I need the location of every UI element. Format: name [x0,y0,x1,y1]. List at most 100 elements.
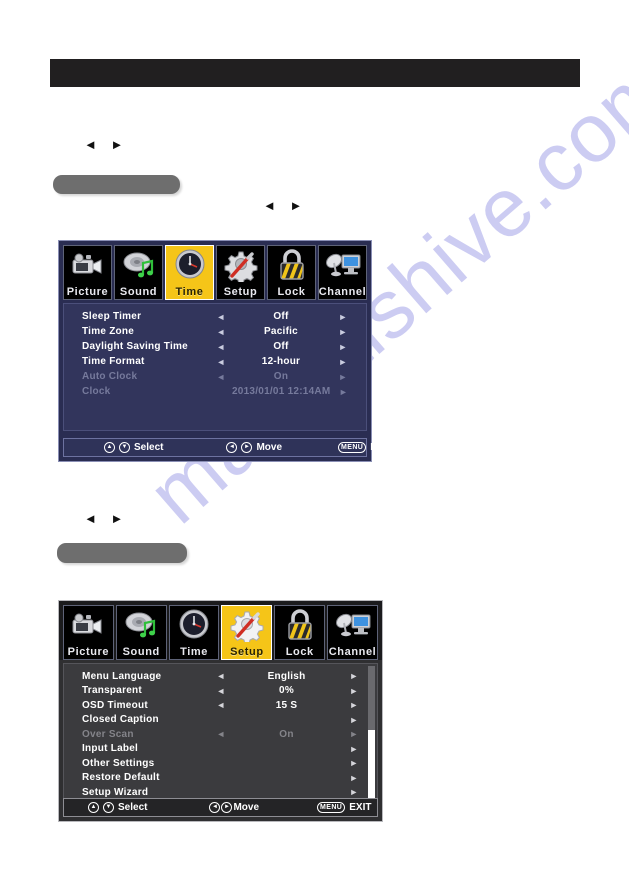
osd-tab-setup-label: Setup [223,286,258,298]
arrow-down-icon: ▼ [119,442,130,453]
gear-screwdriver-icon [221,249,261,285]
osd-tab-lock[interactable]: Lock [274,605,326,660]
osd-row-input-label[interactable]: Input Label ► [64,742,377,757]
decrement-arrow-icon[interactable]: ◄ [210,686,232,696]
satellite-dish-monitor-icon [323,249,363,282]
osd-row-value: On [279,728,294,740]
osd-row-value: 2013/01/01 12:14AM [232,386,331,397]
osd-row-value: English [267,670,306,682]
osd-tab-picture[interactable]: Picture [63,605,114,660]
osd-row-label: Clock [82,386,111,397]
osd-row-value: Off [273,341,289,352]
increment-arrow-icon[interactable]: ► [330,342,356,352]
submenu-arrow-icon[interactable]: ► [341,715,367,725]
osd-tab-setup[interactable]: Setup [221,605,273,660]
decrement-arrow-icon[interactable]: ◄ [210,700,232,710]
osd-tab-lock[interactable]: Lock [267,245,316,300]
osd-tab-channel[interactable]: Channel [327,605,378,660]
decrement-arrow-icon[interactable]: ◄ [210,342,232,352]
osd-row-value: Pacific [264,326,298,337]
osd-row-menu-language[interactable]: Menu Language ◄ English ► [64,669,377,684]
osd-tab-sound-label: Sound [119,286,158,298]
footer-exit-label: Exit [370,442,389,453]
osd-tab-sound-label: Sound [122,646,160,658]
increment-arrow-icon[interactable]: ► [330,312,356,322]
osd-row-other-settings[interactable]: Other Settings ► [64,756,377,771]
decrement-arrow-icon[interactable]: ◄ [210,327,232,337]
footer-exit-label: EXIT [349,802,372,813]
increment-arrow-icon[interactable]: ► [330,327,356,337]
decrement-arrow-icon: ◄ [216,371,226,382]
submenu-arrow-icon[interactable]: ► [341,744,367,754]
osd-row-label: Sleep Timer [82,311,142,322]
arrow-left-icon: ◄ [209,802,221,813]
osd-row-label: Setup Wizard [82,786,149,798]
osd-tab-setup-label: Setup [230,646,264,658]
satellite-dish-monitor-icon [333,609,373,642]
osd-tab-lock-label: Lock [277,286,306,298]
osd-row-sleep-timer[interactable]: Sleep Timer ◄ Off ► [64,309,366,324]
osd-row-daylight-saving-time[interactable]: Daylight Saving Time ◄ Off ► [64,339,366,354]
submenu-arrow-icon[interactable]: ► [341,787,367,797]
increment-arrow-icon[interactable]: ► [330,357,356,367]
increment-arrow-icon[interactable]: ► [341,671,367,681]
osd-row-transparent[interactable]: Transparent ◄ 0% ► [64,684,377,699]
osd-row-value: 15 S [275,699,298,711]
osd-tab-sound[interactable]: Sound [115,605,167,660]
padlock-icon [280,609,320,642]
redacted-heading-bar [50,59,580,87]
osd-row-value: 0% [279,685,294,697]
footer-exit-hint: MENU Exit [338,442,389,453]
osd-row-time-format[interactable]: Time Format ◄ 12-hour ► [64,354,366,369]
osd-row-value: 12-hour [261,356,301,367]
osd-tab-channel[interactable]: Channel [318,245,367,300]
increment-arrow-icon: ► [338,371,348,382]
osd-menu-setup: Picture Sound Time Setup Lock Channel Me… [58,600,383,822]
decrement-arrow-icon[interactable]: ◄ [210,357,232,367]
scrollbar-thumb[interactable] [368,729,375,799]
osd-tab-time[interactable]: Time [168,605,220,660]
osd-row-label: OSD Timeout [82,699,148,711]
speaker-music-note-icon [119,249,159,282]
osd-row-osd-timeout[interactable]: OSD Timeout ◄ 15 S ► [64,698,377,713]
footer-select-label: Select [118,802,148,813]
arrow-down-icon: ▼ [103,802,114,813]
increment-arrow-icon[interactable]: ► [341,686,367,696]
osd-row-restore-default[interactable]: Restore Default ► [64,771,377,786]
osd-row-value: On [273,371,289,382]
osd-tab-time[interactable]: Time [165,245,214,300]
submenu-arrow-icon[interactable]: ► [341,773,367,783]
osd-tab-time-label: Time [175,286,204,298]
osd-row-over-scan: Over Scan ◄ On ► [64,727,377,742]
manual-page: ◄ ► ◄ ► Picture Sound Time Setup Lock Ch… [0,0,629,893]
menu-key-icon: MENU [338,442,367,453]
increment-arrow-icon: ► [349,729,359,740]
osd-tab-sound[interactable]: Sound [114,245,163,300]
camcorder-icon [68,609,108,642]
decrement-arrow-icon: ◄ [216,729,226,740]
clock-icon [174,609,214,642]
footer-move-hint: ◄ ► Move [209,802,259,813]
footer-move-label: Move [256,442,283,453]
speaker-music-note-icon [121,609,161,642]
osd-row-label: Time Format [82,356,145,367]
osd-footer-time: ▲ ▼ Select ◄ ► Move MENU Exit [63,438,389,457]
osd-row-clock: Clock 2013/01/01 12:14AM ► [64,384,366,399]
osd-tab-bar-setup: Picture Sound Time Setup Lock Channel [59,601,382,660]
redacted-caption-1 [53,175,180,194]
increment-arrow-icon[interactable]: ► [341,700,367,710]
decrement-arrow-icon[interactable]: ◄ [210,312,232,322]
osd-tab-channel-label: Channel [328,646,377,658]
osd-tab-picture[interactable]: Picture [63,245,112,300]
arrow-up-icon: ▲ [104,442,115,453]
footer-select-hint: ▲ ▼ Select [88,802,147,813]
arrow-right-icon: ► [221,802,233,813]
footer-select-hint: ▲ ▼ Select [104,442,163,453]
osd-row-closed-caption[interactable]: Closed Caption ► [64,713,377,728]
osd-row-auto-clock: Auto Clock ◄ On ► [64,369,366,384]
osd-row-time-zone[interactable]: Time Zone ◄ Pacific ► [64,324,366,339]
vertical-scrollbar[interactable] [368,666,375,799]
osd-tab-setup[interactable]: Setup [216,245,265,300]
decrement-arrow-icon[interactable]: ◄ [210,671,232,681]
submenu-arrow-icon[interactable]: ► [341,758,367,768]
